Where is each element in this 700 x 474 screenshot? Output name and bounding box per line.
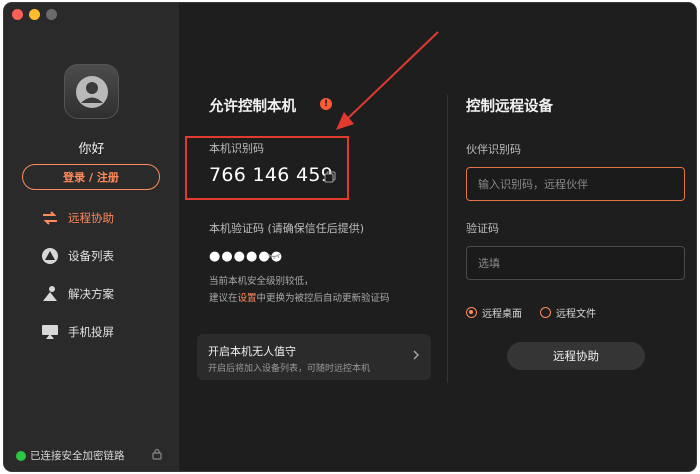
- sidebar-item-label: 手机投屏: [68, 325, 114, 339]
- remote-assist-button[interactable]: 远程协助: [507, 342, 645, 370]
- chevron-right-icon: [413, 350, 419, 360]
- lock-icon: [152, 448, 162, 460]
- sidebar-item-label: 设备列表: [68, 249, 114, 263]
- verify-code-input[interactable]: 选填: [466, 246, 685, 280]
- radio-label: 远程文件: [556, 309, 596, 320]
- unattended-title: 开启本机无人值守: [208, 345, 296, 358]
- panel-divider: [447, 95, 448, 383]
- sidebar-item-device-list[interactable]: 设备列表: [40, 246, 114, 266]
- user-icon: [75, 75, 108, 108]
- status-text: 已连接安全加密链路: [30, 450, 125, 462]
- sidebar-item-label: 远程协助: [68, 211, 114, 225]
- control-remote-title: 控制远程设备: [466, 99, 553, 115]
- status-dot: [16, 450, 26, 461]
- partner-id-label: 伙伴识别码: [466, 143, 521, 156]
- device-id-value: 766 146 459: [209, 164, 334, 186]
- sidebar-item-remote-assist[interactable]: 远程协助: [40, 208, 114, 228]
- sidebar-item-solutions[interactable]: 解决方案: [40, 284, 114, 304]
- security-note-line2: 建议在设置中更换为被控后自动更新验证码: [209, 290, 390, 304]
- radio-label: 远程桌面: [482, 309, 522, 320]
- partner-id-input[interactable]: 输入识别码，远程伙伴: [466, 167, 685, 201]
- avatar[interactable]: [64, 64, 119, 119]
- zoom-window-button[interactable]: [46, 9, 57, 20]
- minimize-window-button[interactable]: [29, 9, 40, 20]
- radio-indicator: [466, 307, 477, 318]
- copy-icon[interactable]: [324, 171, 336, 183]
- device-list-icon: [40, 246, 60, 266]
- unattended-card[interactable]: 开启本机无人值守 开启后将加入设备列表，可随时远控本机: [197, 334, 431, 380]
- close-window-button[interactable]: [12, 9, 23, 20]
- sidebar: 你好 登录 / 注册 远程协助 设备列表 解决方案 手机投屏 已连接安全加密链路: [4, 3, 179, 471]
- sidebar-item-screen-cast[interactable]: 手机投屏: [40, 322, 114, 342]
- sidebar-item-label: 解决方案: [68, 287, 114, 301]
- device-id-label: 本机识别码: [209, 142, 264, 155]
- username: 你好: [78, 142, 105, 157]
- allow-control-title: 允许控制本机: [209, 99, 296, 115]
- sidebar-nav: 远程协助 设备列表 解决方案 手机投屏: [40, 208, 114, 360]
- solution-icon: [40, 284, 60, 304]
- note-text: 中更换为被控后自动更新验证码: [256, 293, 390, 304]
- screen-cast-icon: [40, 322, 60, 342]
- settings-link[interactable]: 设置: [238, 293, 257, 304]
- verify-code-input-label: 验证码: [466, 222, 499, 235]
- login-register-button[interactable]: 登录 / 注册: [22, 164, 160, 190]
- unattended-description: 开启后将加入设备列表，可随时远控本机: [208, 364, 371, 374]
- verify-code-label: 本机验证码 (请确保信任后提供): [209, 222, 365, 235]
- connection-status: 已连接安全加密链路: [16, 448, 166, 463]
- annotation-arrow: [336, 31, 439, 130]
- radio-remote-desktop[interactable]: 远程桌面: [466, 305, 522, 320]
- eye-closed-icon[interactable]: [267, 252, 281, 260]
- security-note-line1: 当前本机安全级别较低，: [209, 276, 314, 287]
- remote-assist-icon: [40, 208, 60, 228]
- verify-code-placeholder: 选填: [478, 257, 500, 270]
- radio-indicator: [540, 307, 551, 318]
- note-text: 建议在: [209, 293, 238, 304]
- window-controls: [12, 9, 57, 20]
- partner-id-placeholder: 输入识别码，远程伙伴: [478, 178, 588, 191]
- radio-remote-file[interactable]: 远程文件: [540, 305, 596, 320]
